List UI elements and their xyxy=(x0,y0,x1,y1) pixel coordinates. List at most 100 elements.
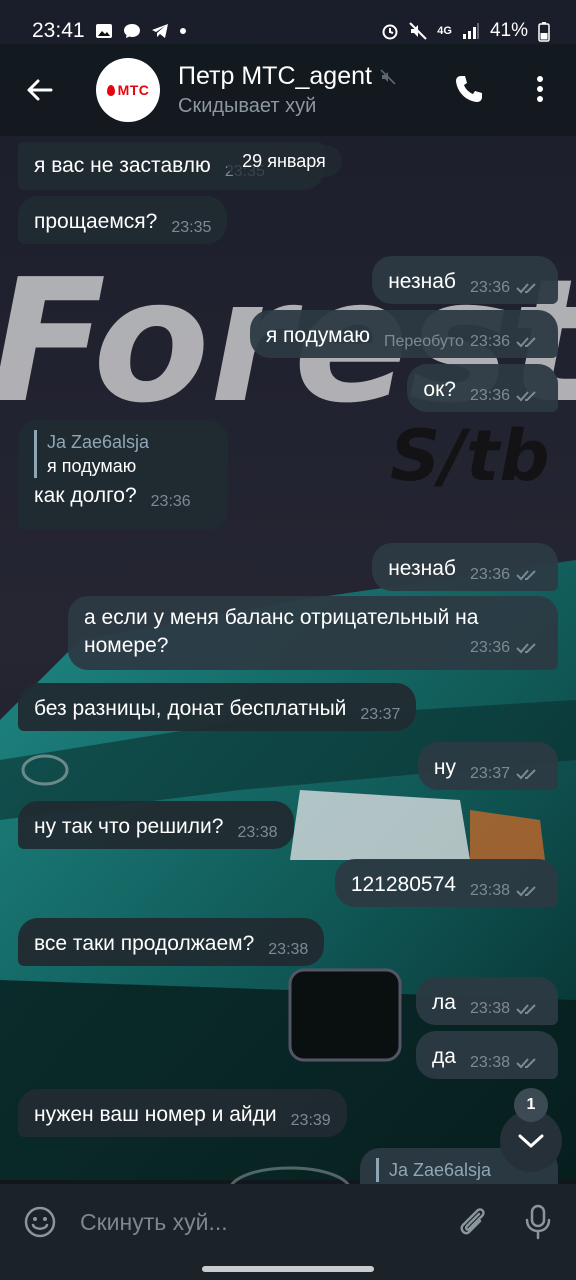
mute-icon xyxy=(409,22,427,40)
voice-message-button[interactable] xyxy=(500,1204,576,1240)
message-time: 23:36 xyxy=(150,493,191,510)
unread-count-badge: 1 xyxy=(514,1088,548,1122)
back-arrow-icon xyxy=(27,79,53,101)
message-composer xyxy=(0,1184,576,1260)
message-bubble[interactable]: 121280574 23:38 xyxy=(334,859,558,907)
message-bubble[interactable]: незнаб 23:36 xyxy=(372,256,558,304)
message-meta: 23:38 xyxy=(470,1049,542,1077)
read-ticks-icon xyxy=(516,769,536,780)
chevron-down-icon xyxy=(518,1134,544,1148)
message-time: 23:36 xyxy=(469,279,510,296)
message-meta: 23:35 xyxy=(171,214,211,242)
message-time: 23:36 xyxy=(469,333,510,350)
message-time: 23:38 xyxy=(469,1000,510,1017)
message-meta: 23:39 xyxy=(291,1107,331,1135)
message-bubble[interactable]: да 23:38 xyxy=(416,1031,558,1079)
message-bubble[interactable]: незнаб 23:36 xyxy=(372,543,558,591)
message-text: ок? xyxy=(423,378,456,401)
message-text: незнаб xyxy=(388,557,456,580)
avatar-logo-text: МТС xyxy=(117,82,150,98)
message-bubble[interactable]: Ja Zae6alsja я подумаю как долго? 23:36 xyxy=(18,420,228,530)
alarm-icon xyxy=(381,22,399,40)
avatar[interactable]: МТС xyxy=(96,58,160,122)
message-input[interactable] xyxy=(80,1192,444,1252)
message-meta: 23:37 xyxy=(360,701,400,729)
message-meta: 23:36 xyxy=(470,382,542,410)
muted-icon xyxy=(380,68,396,85)
attach-button[interactable] xyxy=(444,1205,500,1239)
emoji-icon xyxy=(24,1206,56,1238)
message-text: а если у меня баланс отрицательный на но… xyxy=(84,606,479,657)
message-time: 23:37 xyxy=(469,765,510,782)
chat-title-block[interactable]: Петр МТС_agent Скидывает хуй xyxy=(178,62,396,118)
reply-text: я подумаю xyxy=(47,456,137,476)
message-meta: 23:38 xyxy=(268,936,308,964)
message-time: 23:38 xyxy=(469,882,510,899)
chat-title-row: Петр МТС_agent xyxy=(178,62,396,91)
read-ticks-icon xyxy=(516,643,536,654)
read-ticks-icon xyxy=(516,391,536,402)
message-edited-label: Переобуто xyxy=(384,333,464,350)
message-text: я вас не заставлю xyxy=(34,154,211,177)
microphone-icon xyxy=(525,1204,551,1240)
message-time: 23:36 xyxy=(469,566,510,583)
message-bubble[interactable]: ок? 23:36 xyxy=(407,364,558,412)
back-button[interactable] xyxy=(0,44,80,136)
message-text: да xyxy=(432,1045,456,1068)
message-time: 23:38 xyxy=(469,1054,510,1071)
message-bubble[interactable]: ну 23:37 xyxy=(417,742,558,790)
reply-quote[interactable]: Ja Zae6alsja я подумаю xyxy=(34,430,212,478)
chat-status: Скидывает хуй xyxy=(178,95,317,117)
read-ticks-icon xyxy=(516,1058,536,1069)
message-text: все таки продолжаем? xyxy=(34,932,255,955)
message-bubble[interactable]: я подумаю Переобуто 23:36 xyxy=(249,310,558,358)
emoji-button[interactable] xyxy=(0,1205,80,1239)
chat-header: МТС Петр МТС_agent Скидывает хуй xyxy=(0,44,576,136)
paperclip-icon xyxy=(460,1208,485,1235)
home-gesture-handle[interactable] xyxy=(202,1266,374,1272)
more-vertical-icon xyxy=(537,76,543,102)
read-ticks-icon xyxy=(516,1004,536,1015)
message-text: нужен ваш номер и айди xyxy=(34,1103,277,1126)
message-meta: Переобуто 23:36 xyxy=(384,328,542,356)
signal-icon xyxy=(462,22,480,40)
battery-icon xyxy=(538,22,550,42)
chat-title: Петр МТС_agent xyxy=(178,62,372,90)
message-meta: 23:37 xyxy=(470,760,542,788)
date-separator: 29 января xyxy=(226,145,342,177)
message-text: как долго? xyxy=(34,484,137,507)
dot-icon xyxy=(179,22,187,40)
message-meta: 23:36 xyxy=(470,561,542,589)
message-text: прощаемся? xyxy=(34,210,158,233)
phone-icon xyxy=(456,76,482,102)
message-meta: 23:38 xyxy=(237,819,277,847)
network-label: 4G xyxy=(437,25,452,37)
more-menu-button[interactable] xyxy=(520,68,560,110)
message-bubble[interactable]: ну так что решили? 23:38 xyxy=(18,801,294,849)
message-bubble[interactable]: прощаемся? 23:35 xyxy=(18,196,228,244)
message-bubble[interactable]: ла 23:38 xyxy=(416,977,558,1025)
message-bubble[interactable]: без разницы, донат бесплатный 23:37 xyxy=(18,683,417,731)
message-bubble[interactable]: а если у меня баланс отрицательный на но… xyxy=(68,596,558,670)
gallery-icon xyxy=(95,22,113,40)
message-time: 23:36 xyxy=(469,387,510,404)
message-time: 23:35 xyxy=(171,219,212,236)
message-meta: 23:38 xyxy=(470,877,542,905)
mts-egg-icon xyxy=(106,84,115,96)
call-button[interactable] xyxy=(448,68,490,110)
chat-icon xyxy=(123,22,141,40)
read-ticks-icon xyxy=(516,337,536,348)
telegram-icon xyxy=(151,22,169,40)
message-meta: 23:36 xyxy=(151,488,191,516)
status-time: 23:41 xyxy=(32,19,85,42)
message-time: 23:39 xyxy=(290,1112,331,1129)
message-meta: 23:36 xyxy=(470,274,542,302)
message-text: без разницы, донат бесплатный xyxy=(34,697,347,720)
read-ticks-icon xyxy=(516,570,536,581)
battery-percent: 41% xyxy=(489,20,528,41)
message-bubble[interactable]: нужен ваш номер и айди 23:39 xyxy=(18,1089,347,1137)
read-ticks-icon xyxy=(516,886,536,897)
message-bubble[interactable]: все таки продолжаем? 23:38 xyxy=(18,918,325,966)
message-list[interactable]: я вас не заставлю 23:35 прощаемся? 23:35 н… xyxy=(0,0,576,1184)
message-text: 121280574 xyxy=(350,873,456,896)
